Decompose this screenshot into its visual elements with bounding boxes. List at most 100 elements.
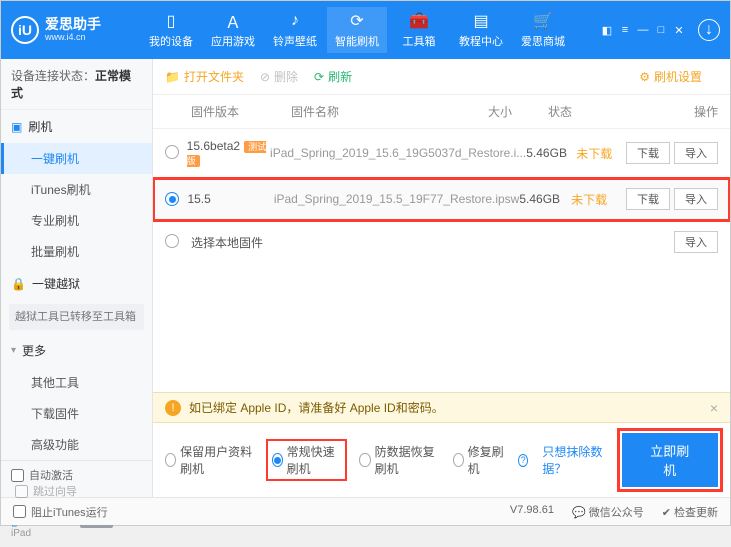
row-radio[interactable] — [165, 234, 179, 248]
local-fw-label: 选择本地固件 — [191, 234, 598, 251]
titlebar: iU 爱思助手 www.i4.cn ▯我的设备 Ａ应用游戏 ♪铃声壁纸 ⟳智能刷… — [1, 1, 730, 59]
nav-label: 教程中心 — [459, 33, 503, 49]
gear-icon: ⚙ — [639, 70, 650, 84]
header-version: 固件版本 — [191, 103, 291, 120]
sidebar-group-more[interactable]: ▾ 更多 — [1, 334, 152, 367]
apps-icon: Ａ — [223, 11, 243, 31]
import-button[interactable]: 导入 — [674, 142, 718, 164]
erase-only-link[interactable]: 只想抹除数据？ — [542, 443, 607, 477]
statusbar: 阻止iTunes运行 V7.98.61 💬 微信公众号 ✔ 检查更新 — [1, 497, 730, 525]
download-manager-button[interactable]: ↓ — [698, 19, 720, 41]
opt-anti-recovery[interactable]: 防数据恢复刷机 — [359, 443, 438, 477]
app-url: www.i4.cn — [45, 33, 101, 43]
info-icon[interactable]: ? — [518, 454, 529, 467]
group-label: 更多 — [22, 342, 46, 359]
flash-now-button[interactable]: 立即刷机 — [622, 433, 718, 487]
radio-icon — [359, 453, 370, 467]
cart-icon: 🛒 — [533, 11, 553, 31]
row-radio[interactable] — [165, 192, 179, 206]
firmware-row[interactable]: 15.6beta2测试版 iPad_Spring_2019_15.6_19G50… — [153, 129, 730, 178]
maximize-button[interactable]: □ — [654, 23, 668, 37]
download-button[interactable]: 下载 — [626, 188, 670, 210]
fw-size: 5.46GB — [519, 192, 571, 206]
minimize-button[interactable]: — — [636, 23, 650, 37]
sidebar-group-flash[interactable]: ▣刷机 — [1, 110, 152, 143]
opt-repair-flash[interactable]: 修复刷机 — [453, 443, 504, 477]
version-label: V7.98.61 — [510, 504, 554, 520]
folder-icon: 📁 — [165, 70, 180, 84]
alert-close-button[interactable]: × — [710, 400, 718, 416]
flash-options: 保留用户资料刷机 常规快速刷机 防数据恢复刷机 修复刷机 ? 只想抹除数据？ 立… — [153, 423, 730, 497]
update-text: 检查更新 — [674, 507, 718, 519]
row-radio[interactable] — [165, 145, 179, 159]
nav-flash[interactable]: ⟳智能刷机 — [327, 7, 387, 53]
group-label: 一键越狱 — [32, 275, 80, 292]
opt-label: 防数据恢复刷机 — [375, 443, 439, 477]
apple-id-alert: ! 如已绑定 Apple ID，请准备好 Apple ID和密码。 × — [153, 392, 730, 423]
wechat-link[interactable]: 💬 微信公众号 — [572, 504, 644, 520]
sidebar-item-download-fw[interactable]: 下载固件 — [1, 398, 152, 429]
fw-name: iPad_Spring_2019_15.5_19F77_Restore.ipsw — [274, 192, 520, 206]
close-button[interactable]: ✕ — [672, 23, 686, 37]
download-button[interactable]: 下载 — [626, 142, 670, 164]
alert-text: 如已绑定 Apple ID，请准备好 Apple ID和密码。 — [189, 399, 444, 416]
sidebar-item-batch-flash[interactable]: 批量刷机 — [1, 236, 152, 267]
nav-label: 铃声壁纸 — [273, 33, 317, 49]
delete-button[interactable]: ⊘ 删除 — [260, 68, 298, 85]
check-update-link[interactable]: ✔ 检查更新 — [662, 504, 718, 520]
checkbox-label: 自动激活 — [29, 467, 73, 483]
fw-size: 5.46GB — [526, 146, 576, 160]
sidebar-item-oneclick-flash[interactable]: 一键刷机 — [1, 143, 152, 174]
flash-group-icon: ▣ — [11, 120, 22, 134]
fw-status: 未下载 — [576, 145, 618, 162]
nav-ringtones[interactable]: ♪铃声壁纸 — [265, 7, 325, 53]
sidebar-item-itunes-flash[interactable]: iTunes刷机 — [1, 174, 152, 205]
nav-store[interactable]: 🛒 爱思商城 — [513, 7, 573, 53]
radio-icon — [272, 453, 283, 467]
checkbox-input[interactable] — [13, 505, 26, 518]
tool-label: 刷新 — [328, 68, 352, 85]
fw-status: 未下载 — [571, 191, 614, 208]
sidebar-group-jailbreak[interactable]: 🔒 一键越狱 — [1, 267, 152, 300]
lock-icon: 🔒 — [11, 277, 26, 291]
open-folder-button[interactable]: 📁打开文件夹 — [165, 68, 244, 85]
firmware-row[interactable]: 15.5 iPad_Spring_2019_15.5_19F77_Restore… — [153, 178, 730, 221]
nav-toolbox[interactable]: 🧰工具箱 — [389, 7, 449, 53]
import-button[interactable]: 导入 — [674, 231, 718, 253]
jailbreak-note: 越狱工具已转移至工具箱 — [9, 304, 144, 330]
trash-icon: ⊘ — [260, 70, 270, 84]
opt-keep-data[interactable]: 保留用户资料刷机 — [165, 443, 254, 477]
chevron-down-icon: ▾ — [11, 345, 16, 356]
refresh-icon: ⟳ — [314, 70, 324, 84]
update-icon: ✔ — [662, 507, 671, 519]
auto-activate-checkbox[interactable]: 自动激活 — [11, 467, 142, 483]
local-firmware-row[interactable]: 选择本地固件 导入 — [153, 221, 730, 263]
toolbox-icon: 🧰 — [409, 11, 429, 31]
phone-icon: ▯ — [161, 11, 181, 31]
grid-header: 固件版本 固件名称 大小 状态 操作 — [153, 95, 730, 129]
opt-normal-flash[interactable]: 常规快速刷机 — [268, 441, 346, 479]
nav-apps[interactable]: Ａ应用游戏 — [203, 7, 263, 53]
checkbox-input[interactable] — [11, 469, 24, 482]
refresh-button[interactable]: ⟳ 刷新 — [314, 68, 352, 85]
flash-settings-button[interactable]: ⚙刷机设置 — [639, 68, 702, 85]
conn-label: 设备连接状态： — [11, 69, 95, 83]
app-title: 爱思助手 — [45, 17, 101, 32]
sidebar-item-pro-flash[interactable]: 专业刷机 — [1, 205, 152, 236]
nav-label: 爱思商城 — [521, 33, 565, 49]
sidebar-item-advanced[interactable]: 高级功能 — [1, 429, 152, 460]
nav-tutorials[interactable]: ▤教程中心 — [451, 7, 511, 53]
nav-my-device[interactable]: ▯我的设备 — [141, 7, 201, 53]
firmware-grid: 15.6beta2测试版 iPad_Spring_2019_15.6_19G50… — [153, 129, 730, 392]
tool-label: 删除 — [274, 68, 298, 85]
device-type: iPad — [11, 528, 142, 539]
block-itunes-checkbox[interactable]: 阻止iTunes运行 — [13, 504, 108, 520]
header-size: 大小 — [488, 103, 548, 120]
import-button[interactable]: 导入 — [674, 188, 718, 210]
skin-button[interactable]: ◧ — [600, 23, 614, 37]
menu-button[interactable]: ≡ — [618, 23, 632, 37]
sidebar-item-other-tools[interactable]: 其他工具 — [1, 367, 152, 398]
toolbar: 📁打开文件夹 ⊘ 删除 ⟳ 刷新 ⚙刷机设置 — [153, 59, 730, 95]
skip-guide-checkbox[interactable]: 跳过向导 — [15, 483, 142, 499]
checkbox-input[interactable] — [15, 485, 28, 498]
